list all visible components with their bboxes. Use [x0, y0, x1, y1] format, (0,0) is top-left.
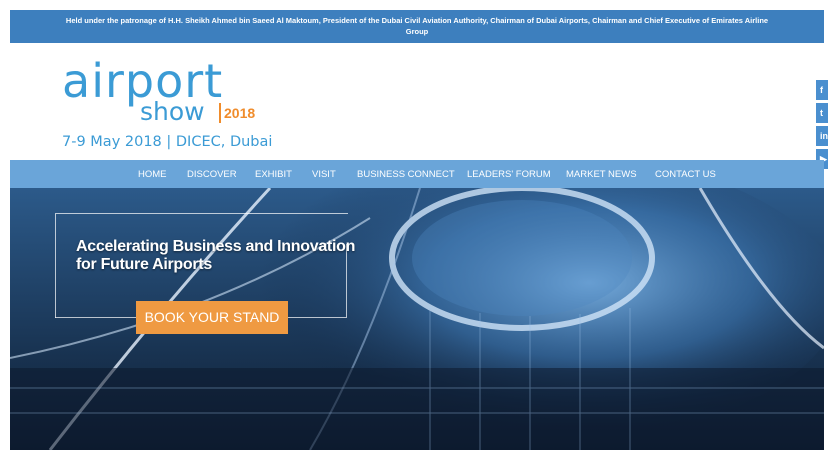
nav-item-market-news[interactable]: MARKET NEWS: [566, 169, 637, 180]
logo-year: 2018: [224, 105, 256, 121]
hero-headline-line2: for Future Airports: [76, 256, 212, 273]
patronage-text-line1: Held under the patronage of H.H. Sheikh …: [65, 16, 769, 25]
event-dates: 7-9 May 2018 | DICEC, Dubai: [62, 134, 273, 150]
linkedin-icon[interactable]: in: [816, 126, 828, 149]
hero-headline: Accelerating Business and Innovation for…: [76, 238, 366, 274]
hero-headline-line1: Accelerating Business and Innovation: [76, 238, 356, 255]
patronage-banner: Held under the patronage of H.H. Sheikh …: [10, 10, 824, 43]
nav-item-exhibit[interactable]: EXHIBIT: [255, 169, 292, 180]
logo-word-show: show: [140, 97, 205, 126]
hero-banner: Accelerating Business and Innovation for…: [10, 188, 824, 450]
airport-show-logo[interactable]: airport show 2018 7-9 May 2018 | DICEC, …: [62, 58, 282, 153]
main-nav: HOME DISCOVER EXHIBIT VISIT BUSINESS CON…: [10, 160, 824, 188]
nav-item-visit[interactable]: VISIT: [312, 169, 336, 180]
patronage-text-line2: Group: [405, 27, 429, 36]
nav-item-home[interactable]: HOME: [138, 169, 167, 180]
nav-item-contact-us[interactable]: CONTACT US: [655, 169, 716, 180]
social-sidebar: f t in ▶: [816, 80, 828, 172]
facebook-icon[interactable]: f: [816, 80, 828, 103]
nav-item-business-connect[interactable]: BUSINESS CONNECT: [357, 169, 455, 180]
logo-divider: [219, 103, 221, 123]
nav-item-leaders-forum[interactable]: LEADERS' FORUM: [467, 169, 551, 180]
book-your-stand-button[interactable]: BOOK YOUR STAND: [136, 301, 288, 334]
twitter-icon[interactable]: t: [816, 103, 828, 126]
nav-item-discover[interactable]: DISCOVER: [187, 169, 237, 180]
